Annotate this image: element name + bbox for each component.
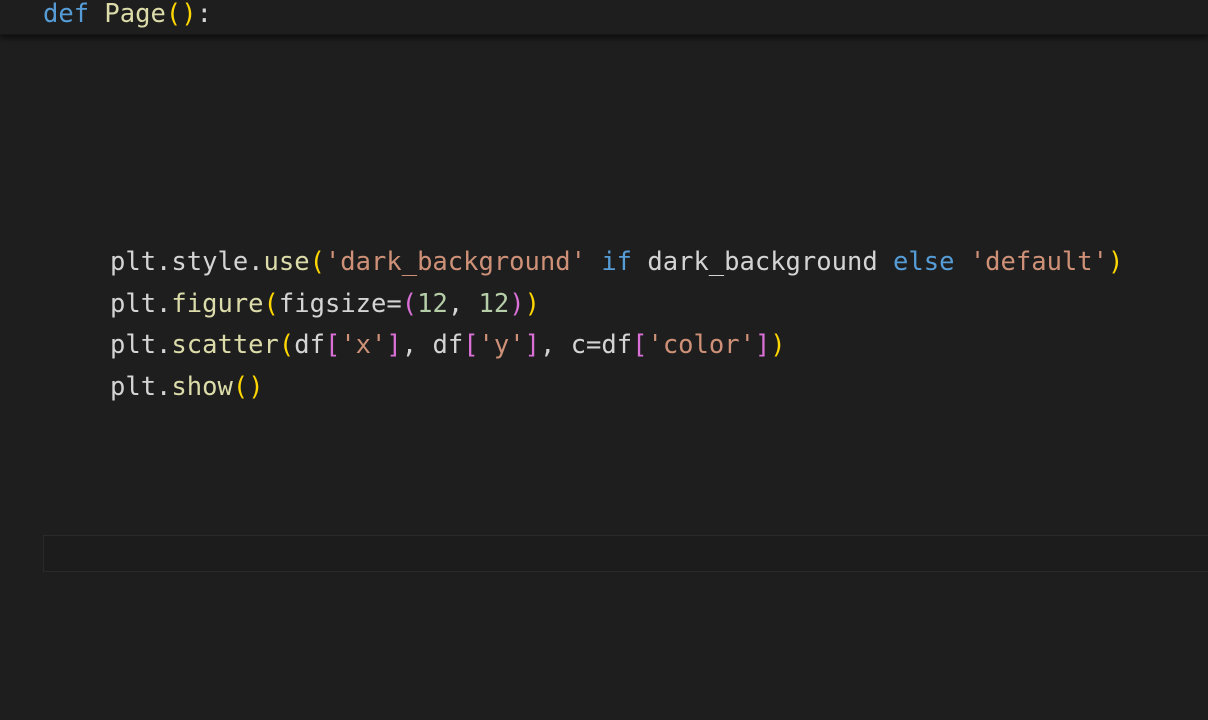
open-paren: ( [309, 247, 325, 277]
close-paren: ) [181, 0, 197, 29]
method-name: figure [171, 289, 264, 319]
object-ref: plt. [110, 289, 172, 319]
comma: , [401, 330, 433, 360]
open-paren: ( [278, 330, 295, 360]
if-keyword: if [601, 247, 633, 277]
variable-ref: df [294, 330, 325, 360]
function-signature-line: def Page(): [43, 0, 212, 29]
keyword-argument: figsize= [278, 289, 402, 319]
code-line-style-use[interactable]: plt.style.use('dark_background' if dark_… [110, 247, 1123, 277]
empty-input-cell[interactable] [43, 535, 1208, 572]
method-name: use [263, 247, 310, 277]
string-literal: 'default' [969, 247, 1108, 277]
string-literal: 'y' [478, 330, 525, 360]
function-name: Page [104, 0, 166, 29]
open-bracket: [ [632, 330, 648, 360]
variable-ref: dark_background [632, 247, 894, 277]
variable-ref: df [432, 330, 464, 360]
code-line-show[interactable]: plt.show() [110, 372, 264, 402]
colon: : [196, 0, 212, 29]
code-line-figure[interactable]: plt.figure(figsize=(12, 12)) [110, 289, 540, 319]
method-name: show [171, 372, 233, 402]
open-paren: ( [263, 289, 279, 319]
close-bracket: ] [754, 330, 771, 360]
sticky-scroll-header[interactable]: def Page(): [0, 0, 1208, 35]
def-keyword: def [43, 0, 90, 29]
else-keyword: else [893, 247, 955, 277]
method-name: scatter [171, 330, 279, 360]
code-editor[interactable]: def Page(): plt.style.use('dark_backgrou… [0, 0, 1208, 720]
close-bracket: ] [386, 330, 402, 360]
close-paren: ) [248, 372, 264, 402]
open-bracket: [ [463, 330, 479, 360]
open-bracket: [ [324, 330, 341, 360]
object-ref: plt. [110, 330, 172, 360]
open-paren: ( [232, 372, 249, 402]
close-paren: ) [1107, 247, 1124, 277]
string-literal: 'color' [647, 330, 755, 360]
close-paren: ) [509, 289, 525, 319]
code-line-scatter[interactable]: plt.scatter(df['x'], df['y'], c=df['colo… [110, 330, 786, 360]
close-paren: ) [524, 289, 540, 319]
number-literal: 12 [417, 289, 448, 319]
open-paren: ( [401, 289, 418, 319]
comma: , [539, 330, 571, 360]
object-ref: plt. [110, 372, 172, 402]
open-paren: ( [165, 0, 182, 29]
keyword-argument: c=df [570, 330, 633, 360]
close-bracket: ] [524, 330, 540, 360]
string-literal: 'x' [340, 330, 387, 360]
number-literal: 12 [478, 289, 510, 319]
object-ref: plt.style. [110, 247, 264, 277]
comma: , [447, 289, 479, 319]
close-paren: ) [770, 330, 786, 360]
string-literal: 'dark_background' [324, 247, 586, 277]
